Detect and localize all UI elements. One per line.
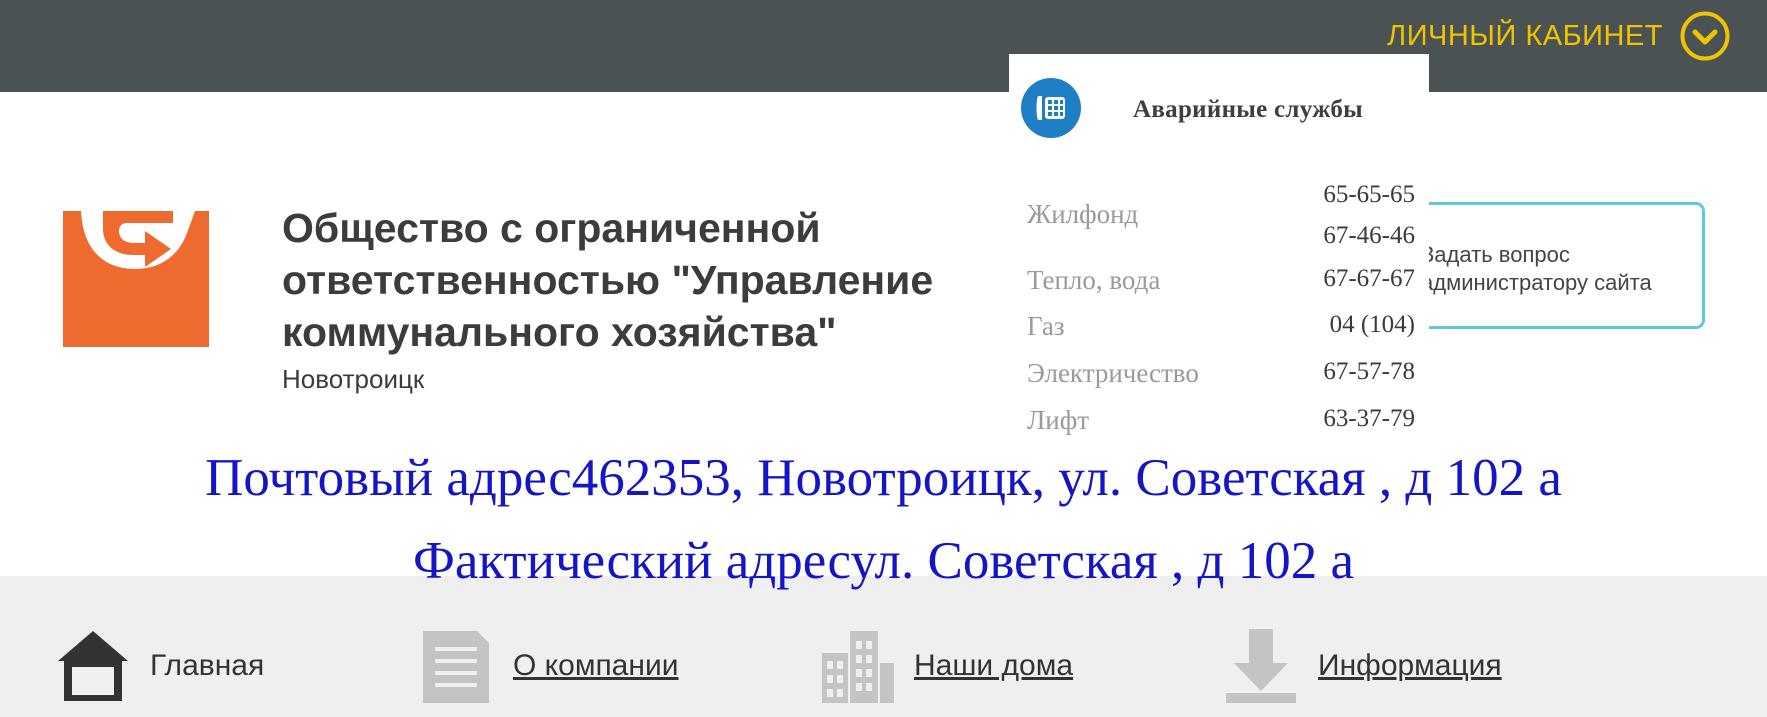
nav-item-houses[interactable]: Наши дома	[818, 626, 1073, 706]
nav-label-about: О компании	[513, 649, 679, 682]
document-icon	[423, 631, 489, 703]
home-icon	[58, 631, 128, 701]
organization-city: Новотроицк	[282, 364, 425, 394]
service-phone-electricity: 67-57-78	[1323, 358, 1415, 385]
nav-label-houses: Наши дома	[914, 649, 1074, 682]
service-label-gas: Газ	[1027, 311, 1065, 341]
service-phone-gas: 04 (104)	[1329, 311, 1415, 338]
personal-cabinet-label: ЛИЧНЫЙ КАБИНЕТ	[1387, 19, 1663, 52]
service-label-electricity: Электричество	[1027, 358, 1199, 388]
postal-address: Почтовый адрес462353, Новотроицк, ул. Со…	[205, 449, 1562, 507]
service-label-housing: Жилфонд	[1027, 199, 1139, 229]
nav-label-home: Главная	[150, 649, 265, 682]
emergency-services-panel: Аварийные службы Жилфонд 65-65-65 67-46-…	[1009, 54, 1429, 446]
service-label-heat-water: Тепло, вода	[1027, 265, 1161, 295]
top-bar: ЛИЧНЫЙ КАБИНЕТ	[0, 0, 1767, 92]
service-phone-heat-water: 67-67-67	[1323, 265, 1415, 292]
organization-name: Общество с ограниченной ответственностью…	[282, 205, 934, 355]
service-phone-elevator: 63-37-79	[1323, 405, 1415, 432]
nav-item-information[interactable]: Информация	[1222, 626, 1502, 706]
nav-label-information: Информация	[1318, 649, 1502, 682]
chevron-down-circle-icon[interactable]	[1679, 10, 1731, 62]
company-logo[interactable]	[63, 211, 209, 347]
personal-cabinet-button[interactable]: ЛИЧНЫЙ КАБИНЕТ	[1387, 10, 1731, 62]
emergency-services-title: Аварийные службы	[1133, 96, 1363, 123]
main-navigation: Главная О компании Наши дома Информация	[0, 576, 1767, 717]
phone-keypad-icon	[1021, 78, 1081, 138]
download-arrow-icon	[1226, 629, 1296, 703]
service-phone-housing-1: 65-65-65	[1323, 181, 1415, 208]
buildings-icon	[822, 631, 894, 703]
ask-admin-text: Задать вопрос администратору сайта	[1421, 242, 1652, 295]
actual-address: Фактический адресул. Советская , д 102 а	[412, 532, 1354, 590]
service-label-elevator: Лифт	[1027, 405, 1090, 435]
service-phone-housing-2: 67-46-46	[1323, 222, 1415, 249]
nav-item-about[interactable]: О компании	[417, 626, 678, 706]
nav-item-home[interactable]: Главная	[54, 626, 264, 706]
